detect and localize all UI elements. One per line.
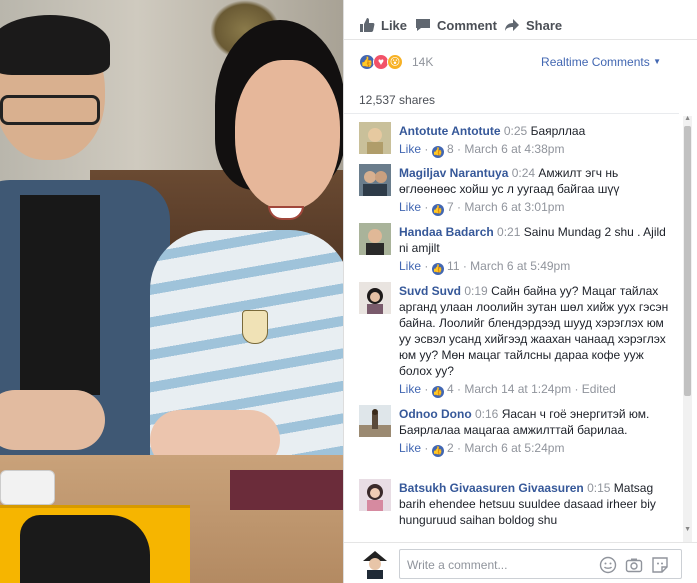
comment-text: Баярллаа [530,124,586,138]
comment-date[interactable]: March 14 at 1:24pm [464,382,571,396]
reaction-count: 14K [412,55,434,69]
comment-composer: Write a comment... [344,542,697,583]
comment-author[interactable]: Antotute Antotute [399,124,501,138]
like-count-icon: 👍 [431,146,444,158]
like-button[interactable]: Like [359,17,407,33]
shares-count[interactable]: 12,537 shares [359,93,435,107]
comments-panel: Like Comment Share 👍 ♥ 😮 14K Realtime Co… [344,0,697,583]
comment-like-link[interactable]: Like [399,382,421,396]
comment-input-placeholder: Write a comment... [407,558,508,572]
realtime-comments-dropdown[interactable]: Realtime Comments ▼ [541,55,661,69]
comment-date[interactable]: March 6 at 5:49pm [470,259,570,273]
live-video[interactable] [0,0,343,583]
sticker-icon[interactable] [651,556,669,574]
comment-meta: Like · 👍 4 · March 14 at 1:24pm · Edited [399,382,616,398]
video-sign-logo [20,515,150,583]
camera-icon[interactable] [625,556,643,574]
comment-like-link[interactable]: Like [399,441,421,455]
scroll-down-arrow-icon[interactable]: ▼ [684,526,691,533]
video-book [230,470,343,510]
avatar[interactable] [359,479,391,511]
comment-like-link[interactable]: Like [399,200,421,214]
avatar[interactable] [359,122,391,154]
comment-meta: Like · 👍 7 · March 6 at 3:01pm [399,200,565,216]
scroll-up-arrow-icon[interactable]: ▲ [684,115,691,122]
comment-button[interactable]: Comment [415,17,497,33]
comment-text: Сайн байна уу? Мацаг тайлах арганд улаан… [399,284,669,378]
comment-like-count[interactable]: 4 [447,382,454,396]
comment-author[interactable]: Magiljav Narantuya [399,166,508,180]
comment-video-time[interactable]: 0:19 [464,284,487,298]
comment-video-time[interactable]: 0:21 [497,225,520,239]
share-button[interactable]: Share [504,17,562,33]
comment-author[interactable]: Suvd Suvd [399,284,461,298]
realtime-comments-label: Realtime Comments [541,55,650,69]
comment-video-time[interactable]: 0:24 [512,166,535,180]
comment-like-count[interactable]: 11 [447,259,459,273]
video-person-right [150,20,343,500]
wow-reaction-icon: 😮 [387,54,403,70]
video-phone [0,470,55,505]
comment-input[interactable]: Write a comment... [399,549,682,579]
reactions-summary[interactable]: 👍 ♥ 😮 14K Realtime Comments ▼ [344,48,697,76]
comment-video-time[interactable]: 0:25 [504,124,527,138]
comment-list: Antotute Antotute 0:25 Баярллаа Like · 👍… [344,116,679,542]
comment-like-link[interactable]: Like [399,259,421,273]
comment-date[interactable]: March 6 at 3:01pm [464,200,564,214]
comment-author[interactable]: Handaa Badarch [399,225,494,239]
like-count-icon: 👍 [431,445,444,457]
comment-meta: Like · 👍 2 · March 6 at 5:24pm [399,441,565,457]
like-label: Like [381,17,408,33]
emoji-icon[interactable] [599,556,617,574]
avatar[interactable] [359,223,391,255]
comment-author[interactable]: Batsukh Givaasuren Givaasuren [399,481,584,495]
comment-author[interactable]: Odnoo Dono [399,407,472,421]
comment-edited-label[interactable]: Edited [582,382,616,396]
like-count-icon: 👍 [431,204,444,216]
comment-date[interactable]: March 6 at 5:24pm [464,441,564,455]
comment-meta: Like · 👍 8 · March 6 at 4:38pm [399,142,565,158]
comment-meta: Like · 👍 11 · March 6 at 5:49pm [399,259,571,275]
comment-video-time[interactable]: 0:16 [475,407,498,421]
comment-like-link[interactable]: Like [399,142,421,156]
avatar[interactable] [359,164,391,196]
action-bar: Like Comment Share [344,0,697,40]
comment-like-count[interactable]: 8 [447,142,454,156]
scrollbar-thumb[interactable] [684,126,691,396]
comment-video-time[interactable]: 0:15 [587,481,610,495]
comment-date[interactable]: March 6 at 4:38pm [464,142,564,156]
share-label: Share [526,17,563,33]
thumbs-up-icon [360,18,375,32]
comment-label: Comment [437,17,497,33]
comment-like-count[interactable]: 2 [447,441,454,455]
like-count-icon: 👍 [431,263,444,275]
share-arrow-icon [505,19,519,31]
divider-line [344,113,679,114]
speech-bubble-icon [416,19,430,31]
current-user-avatar [359,547,391,579]
like-count-icon: 👍 [431,386,444,398]
avatar[interactable] [359,405,391,437]
caret-down-icon: ▼ [653,57,661,66]
avatar[interactable] [359,282,391,314]
comment-like-count[interactable]: 7 [447,200,454,214]
